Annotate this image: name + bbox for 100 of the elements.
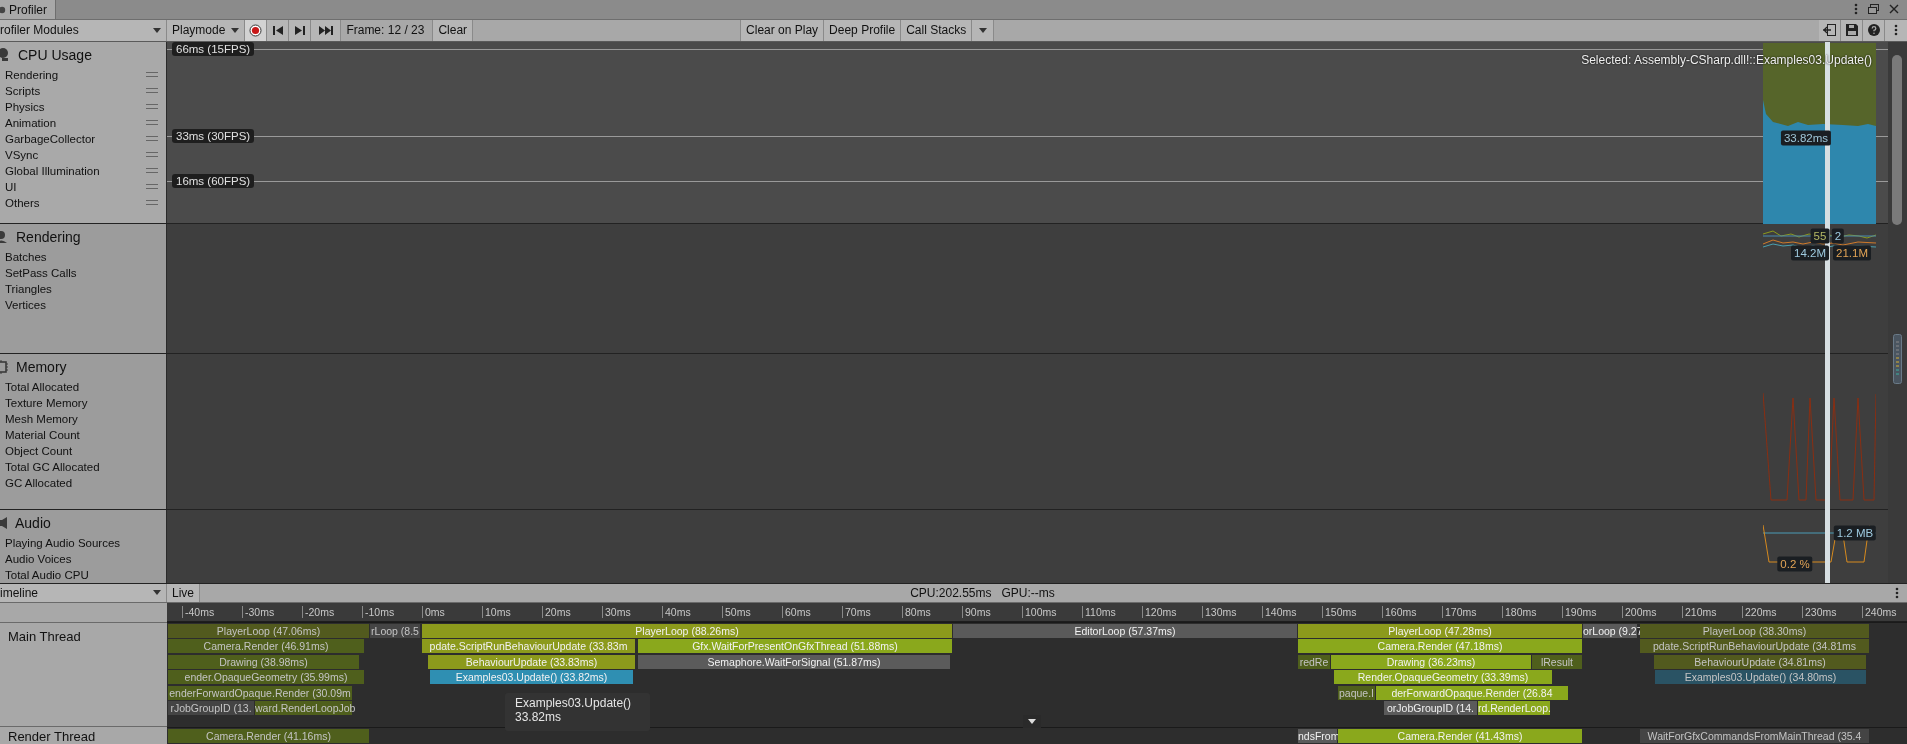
sample-bar[interactable]: lResult [1532,654,1582,669]
series-label: VSync [5,148,39,161]
ruler-label: 150ms [1322,605,1357,618]
sample-bar[interactable]: ndsFrom [1298,728,1337,743]
load-button[interactable] [1819,20,1841,41]
series-label: Playing Audio Sources [5,536,121,549]
sample-bar[interactable]: WaitForGfxCommandsFromMainThread (35.4 [1640,728,1869,743]
sample-bar[interactable]: Semaphore.WaitForSignal (51.87ms) [638,654,950,669]
drag-handle-icon[interactable] [146,200,158,206]
save-button[interactable] [1841,20,1863,41]
clear-on-play-toggle[interactable]: Clear on Play [741,20,825,41]
profiler-tab[interactable]: Profiler [0,0,56,19]
sample-bar[interactable]: Camera.Render (41.43ms) [1338,728,1582,743]
series-label: Batches [5,250,47,263]
live-toggle[interactable]: Live [167,583,200,602]
options-button[interactable] [1885,20,1907,41]
drag-handle-icon[interactable] [146,120,158,126]
kebab-menu-icon [1894,24,1898,37]
ruler-label: 50ms [722,605,751,618]
drag-handle-icon[interactable] [146,72,158,78]
value-label: 0.2 % [1777,556,1813,572]
sample-bar[interactable]: Camera.Render (41.16ms) [168,728,369,743]
previous-frame-button[interactable] [267,20,290,41]
sample-bar[interactable]: BehaviourUpdate (34.81ms) [1654,654,1866,669]
series-label: Texture Memory [5,396,88,409]
drag-handle-icon[interactable] [146,184,158,190]
sample-bar[interactable]: derForwardOpaque.Render (26.84 [1376,685,1568,700]
help-button[interactable] [1863,20,1885,41]
import-icon [1823,24,1836,37]
sample-bar[interactable]: BehaviourUpdate (33.83ms) [428,654,635,669]
fast-forward-icon [318,25,333,35]
record-button[interactable] [245,20,268,41]
sample-bar[interactable]: pdate.ScriptRunBehaviourUpdate (34.81ms [1640,639,1869,653]
tooltip-time: 33.82ms [515,709,562,724]
modules-dropdown[interactable]: rofiler Modules [0,20,167,41]
playmode-dropdown[interactable]: Playmode [167,20,246,41]
caret-icon [153,27,161,33]
sample-bar[interactable]: Examples03.Update() (33.82ms) [430,670,633,684]
ruler-label: 240ms [1862,605,1897,618]
sample-bar[interactable]: rd.RenderLoop. [1478,701,1550,715]
series-label: Others [5,196,40,209]
sample-bar[interactable]: Camera.Render (46.91ms) [168,639,364,653]
ruler-label: 220ms [1742,605,1777,618]
sample-bar[interactable]: rLoop (8.5 [370,623,420,638]
maximize-icon[interactable] [1868,4,1879,14]
ruler-label: 110ms [1082,605,1116,618]
sample-bar[interactable]: Drawing (36.23ms) [1331,654,1531,669]
sample-bar[interactable]: Render.OpaqueGeometry (33.39ms) [1334,670,1552,684]
sample-bar[interactable]: rJobGroupID (13. [168,701,254,715]
sample-bar[interactable]: PlayerLoop (38.30ms) [1640,623,1869,638]
last-frame-button[interactable] [311,20,342,41]
ruler-label: -20ms [302,605,335,618]
deep-profile-toggle[interactable]: Deep Profile [824,20,902,41]
sample-bar[interactable]: redRe [1298,654,1330,669]
module-panel[interactable]: CPU Usage Rendering Scripts Physics Animation GarbageCollector VSync Global Illumination UI Others [0,41,167,223]
sample-bar[interactable]: enderForwardOpaque.Render (30.09m [168,685,352,700]
sample-bar[interactable]: PlayerLoop (47.06ms) [168,623,369,638]
ruler-label: 230ms [1802,605,1837,618]
drag-handle-icon[interactable] [146,152,158,158]
sample-bar[interactable]: ender.OpaqueGeometry (35.99ms) [168,670,364,684]
module-panel[interactable]: Audio Playing Audio Sources Audio Voices Total Audio CPU [0,509,167,583]
ruler-label: -40ms [182,605,215,618]
module-panel[interactable]: Memory Total Allocated Texture Memory Mesh Memory Material Count Object Count Total GC Allocated GC Allocated [0,353,167,509]
ruler-label: -10ms [362,605,395,618]
scrollbar-thumb[interactable] [1892,54,1902,225]
module-panel[interactable]: Rendering Batches SetPass Calls Triangles Vertices [0,223,167,353]
call-stacks-toggle[interactable]: Call Stacks [901,20,973,41]
sample-bar[interactable]: Camera.Render (47.18ms) [1298,639,1582,653]
drag-handle-icon[interactable] [146,136,158,142]
ruler-label: 120ms [1142,605,1177,618]
close-icon[interactable] [1889,4,1899,14]
sample-bar[interactable]: Drawing (38.98ms) [168,654,359,669]
kebab-menu-icon[interactable] [1854,3,1858,15]
module-title: CPU Usage [18,46,92,63]
sample-bar[interactable]: paque.I [1338,685,1375,700]
series-label: Triangles [5,282,52,295]
ruler-label: 170ms [1442,605,1477,618]
ruler-label: 90ms [962,605,991,618]
series-label: Scripts [5,84,41,97]
sample-bar[interactable]: PlayerLoop (88.26ms) [422,623,952,638]
kebab-menu-icon[interactable] [1895,586,1899,599]
view-dropdown[interactable]: imeline [0,583,167,602]
sample-bar[interactable]: EditorLoop (57.37ms) [953,623,1297,638]
next-frame-button[interactable] [289,20,312,41]
drag-handle-icon[interactable] [146,168,158,174]
ruler-label: 200ms [1622,605,1657,618]
drag-handle-icon[interactable] [146,104,158,110]
sample-bar[interactable]: pdate.ScriptRunBehaviourUpdate (33.83m [422,639,635,653]
clear-button[interactable]: Clear [433,20,474,41]
sample-bar[interactable]: Examples03.Update() (34.80ms) [1655,670,1866,684]
value-label: 33.82ms [1780,130,1832,146]
record-icon [249,23,263,37]
skip-forward-icon [294,25,305,35]
sample-bar[interactable]: PlayerLoop (47.28ms) [1298,623,1582,638]
drag-handle-icon[interactable] [146,88,158,94]
chip-icon [0,359,8,374]
sample-bar[interactable]: Gfx.WaitForPresentOnGfxThread (51.88ms) [638,639,952,653]
sample-bar[interactable]: orJobGroupID (14. [1384,701,1477,715]
ruler-label: 60ms [782,605,811,618]
call-stacks-dropdown[interactable] [972,20,995,41]
